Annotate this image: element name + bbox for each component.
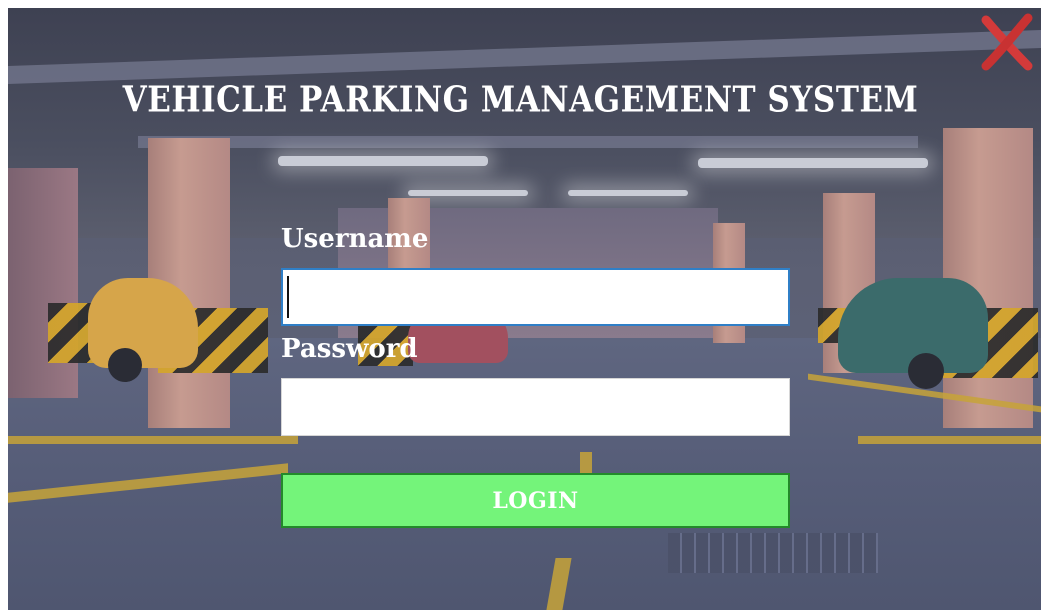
password-input[interactable] — [281, 378, 790, 436]
login-button[interactable]: LOGIN — [281, 473, 790, 528]
password-label: Password — [281, 334, 418, 364]
app-title: VEHICLE PARKING MANAGEMENT SYSTEM — [122, 79, 919, 121]
close-x-icon — [981, 13, 1033, 71]
close-button[interactable] — [978, 10, 1034, 72]
username-input[interactable] — [281, 268, 790, 326]
text-caret — [287, 276, 289, 318]
username-label: Username — [281, 224, 429, 254]
